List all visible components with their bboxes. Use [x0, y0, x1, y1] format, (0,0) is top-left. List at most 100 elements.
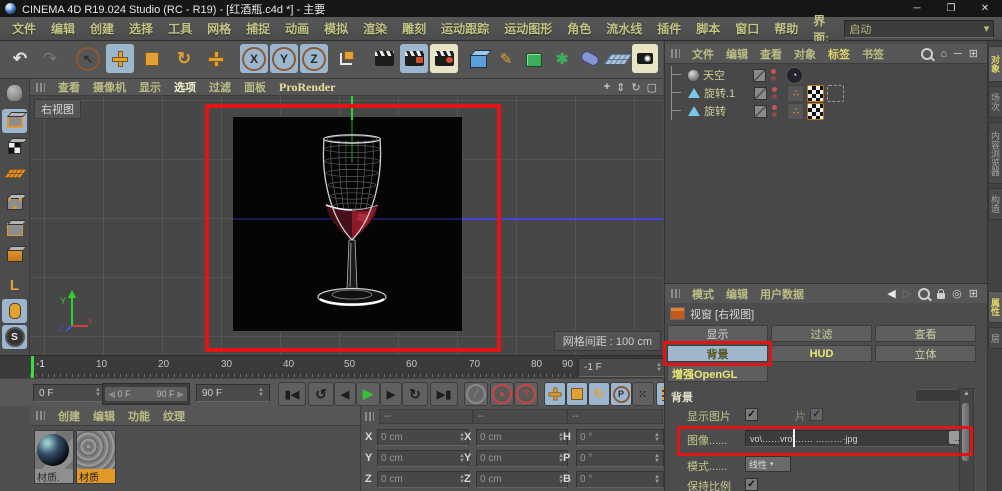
vp-menu-prorender[interactable]: ProRender: [279, 80, 335, 95]
panel-handle-icon[interactable]: [36, 83, 45, 92]
texture-mode-button[interactable]: [2, 135, 27, 159]
object-name[interactable]: 天空: [703, 67, 747, 83]
polygons-mode-button[interactable]: [2, 243, 27, 267]
om-menu-bookmarks[interactable]: 书签: [862, 46, 884, 62]
side-tab-attributes[interactable]: 属性: [988, 291, 1002, 323]
key-rotation-button[interactable]: ↻: [588, 382, 610, 406]
visibility-dots[interactable]: [771, 69, 776, 81]
render-picture-viewer-button[interactable]: [400, 44, 428, 73]
minimize-panel-icon[interactable]: ─: [954, 48, 962, 60]
array-generator-button[interactable]: ✱: [548, 44, 576, 73]
spinner-icon[interactable]: ▲▼: [656, 363, 662, 373]
coord-field[interactable]: 0 °▲▼: [576, 471, 664, 488]
side-tab-objects[interactable]: 对象: [988, 46, 1002, 82]
menu-pipeline[interactable]: 流水线: [606, 20, 642, 37]
menu-select[interactable]: 选择: [129, 20, 153, 37]
axis-mode-button[interactable]: L: [2, 273, 27, 297]
viewport-canvas[interactable]: 右视图: [30, 96, 663, 355]
menu-window[interactable]: 窗口: [735, 20, 759, 37]
render-settings-button[interactable]: [430, 44, 458, 73]
mat-menu-texture[interactable]: 纹理: [163, 408, 185, 424]
coord-field[interactable]: 0 °▲▼: [576, 450, 664, 467]
object-row-sky[interactable]: 天空 ◔: [665, 66, 988, 84]
toggle-view-icon[interactable]: ▢: [647, 81, 657, 94]
goto-end-button[interactable]: ▶▮: [430, 382, 458, 406]
lock-z-axis-button[interactable]: Z: [300, 44, 328, 73]
target-icon[interactable]: ◎: [952, 287, 962, 300]
play-button[interactable]: ▶: [356, 382, 380, 406]
tree-branch[interactable]: [671, 102, 686, 120]
workplane-button[interactable]: [2, 161, 27, 185]
side-tab-takes[interactable]: 场次: [988, 86, 1002, 118]
spinner-icon[interactable]: ▲▼: [258, 388, 264, 398]
pen-spline-button[interactable]: ✎: [492, 44, 520, 73]
tab-hud[interactable]: HUD: [771, 345, 872, 362]
tree-branch[interactable]: [671, 84, 686, 102]
object-row-lathe1[interactable]: 旋转.1 ∴: [665, 84, 988, 102]
menu-script[interactable]: 脚本: [696, 20, 720, 37]
om-menu-objects[interactable]: 对象: [794, 46, 816, 62]
menu-animate[interactable]: 动画: [285, 20, 309, 37]
show-image-checkbox[interactable]: ✓: [745, 408, 758, 421]
next-frame-button[interactable]: ▶: [380, 382, 402, 406]
tab-stereo[interactable]: 立体: [875, 345, 976, 362]
om-menu-view[interactable]: 查看: [760, 46, 782, 62]
coord-field[interactable]: 0 cm▲▼: [377, 471, 469, 488]
previous-frame-button[interactable]: ◀: [334, 382, 356, 406]
layer-toggle[interactable]: [753, 69, 766, 82]
menu-motion-tracker[interactable]: 运动跟踪: [441, 20, 489, 37]
view-label[interactable]: 右视图: [34, 99, 81, 119]
vp-menu-cameras[interactable]: 摄像机: [93, 79, 126, 95]
scroll-up-icon[interactable]: ▲: [963, 390, 970, 397]
redo-button[interactable]: ↷: [36, 44, 64, 73]
texture-tag[interactable]: [807, 103, 824, 120]
goto-start-button[interactable]: ▮◀: [278, 382, 306, 406]
pan-view-icon[interactable]: +: [604, 81, 610, 94]
snap-toggle-button[interactable]: S: [2, 325, 27, 349]
lock-y-axis-button[interactable]: Y: [270, 44, 298, 73]
side-tab-layers[interactable]: 层: [988, 327, 1002, 349]
timeline-ruler[interactable]: -1 10 20 30 40 50 60 70 80 90 -1 F▲▼: [0, 355, 663, 379]
make-editable-button[interactable]: [2, 81, 27, 105]
tab-filter[interactable]: 过滤: [771, 325, 872, 342]
coord-field[interactable]: 0 cm▲▼: [377, 429, 469, 446]
am-menu-mode[interactable]: 模式: [692, 286, 714, 302]
panel-handle-icon[interactable]: [671, 49, 680, 58]
coord-field[interactable]: 0 cm▲▼: [476, 450, 568, 467]
menu-file[interactable]: 文件: [12, 20, 36, 37]
float-panel-icon[interactable]: ⊞: [969, 47, 978, 60]
edges-mode-button[interactable]: [2, 217, 27, 241]
subdivision-surface-button[interactable]: [520, 44, 548, 73]
phong-tag[interactable]: ∴: [787, 85, 804, 102]
history-back-icon[interactable]: ◀: [887, 287, 895, 300]
side-tab-content-browser[interactable]: 内容浏览器: [988, 122, 1002, 184]
interface-dropdown[interactable]: 启动 ▾: [844, 20, 994, 38]
om-menu-tags[interactable]: 标签: [828, 46, 850, 62]
menu-edit[interactable]: 编辑: [51, 20, 75, 37]
menu-tools[interactable]: 工具: [168, 20, 192, 37]
record-keyframe-button[interactable]: ●: [490, 382, 514, 406]
keep-ratio-checkbox[interactable]: ✓: [745, 478, 758, 491]
deformer-button[interactable]: [576, 44, 604, 73]
search-icon[interactable]: [921, 48, 933, 60]
last-frame-field[interactable]: 90 F▲▼: [196, 384, 270, 402]
mat-menu-function[interactable]: 功能: [128, 408, 150, 424]
menu-snap[interactable]: 捕捉: [246, 20, 270, 37]
menu-plugins[interactable]: 插件: [657, 20, 681, 37]
rotate-view-icon[interactable]: ↻: [631, 81, 640, 94]
key-position-button[interactable]: [544, 382, 566, 406]
history-forward-icon[interactable]: ▷: [903, 287, 911, 300]
end-frame-field[interactable]: -1 F▲▼: [578, 358, 668, 377]
am-menu-edit[interactable]: 编辑: [726, 286, 748, 302]
texture-tag[interactable]: [807, 85, 824, 102]
menu-character[interactable]: 角色: [567, 20, 591, 37]
selection-tag[interactable]: [827, 85, 844, 102]
last-tool-button[interactable]: [202, 44, 230, 73]
tab-enhanced-opengl[interactable]: 增强OpenGL: [667, 365, 768, 382]
tab-display[interactable]: 显示: [667, 325, 768, 342]
tree-branch[interactable]: [671, 66, 686, 84]
om-menu-file[interactable]: 文件: [692, 46, 714, 62]
current-frame-field[interactable]: 0 F▲▼: [33, 384, 107, 402]
panel-handle-icon[interactable]: [671, 289, 680, 298]
coord-field[interactable]: 0 cm▲▼: [476, 429, 568, 446]
